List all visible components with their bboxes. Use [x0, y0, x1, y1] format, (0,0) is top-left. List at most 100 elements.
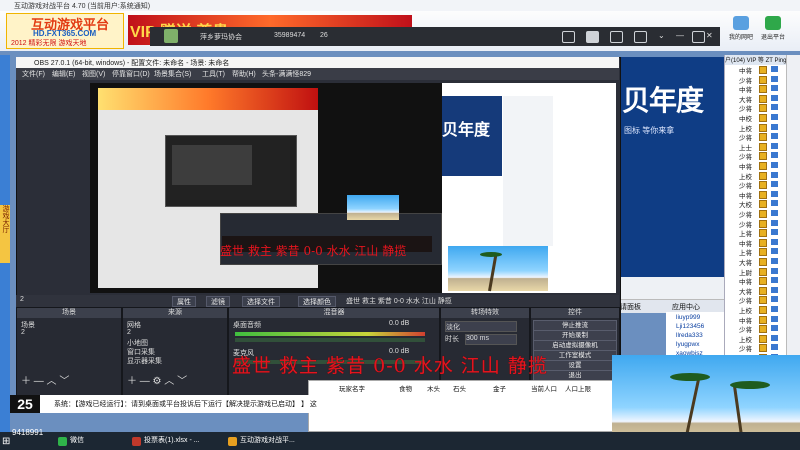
system-status-text: 系统：【游戏已经运行】：请到桌面或平台投诉后下运行【解决提示游戏已启动】 】 这 — [54, 401, 317, 408]
member-row[interactable]: 上校 — [725, 123, 787, 133]
taskbar-item-label: 微信 — [70, 437, 84, 444]
member-rank: 少将 — [739, 106, 752, 114]
member-rank: 上士 — [739, 144, 752, 152]
member-row[interactable]: 少将 — [725, 295, 787, 306]
member-row[interactable]: 少将 — [725, 343, 787, 353]
scene-item[interactable]: 2 — [21, 329, 25, 336]
member-row[interactable]: 上将 — [725, 247, 787, 257]
member-row[interactable]: 中将 — [725, 65, 787, 75]
member-row[interactable]: 大将 — [725, 257, 787, 267]
source-item[interactable]: 显示器采集 — [127, 356, 162, 366]
app-icon — [58, 437, 67, 446]
outer-ad-banner[interactable]: 贝年度 图标 等你来拿 — [620, 57, 724, 277]
member-row[interactable]: 少将 — [725, 209, 787, 219]
select-file-button[interactable]: 选择文件 — [242, 296, 280, 307]
ping-icon — [771, 238, 778, 245]
vip-badge-icon — [759, 190, 767, 199]
member-rank: 上校 — [739, 125, 752, 133]
member-rank: 中将 — [739, 240, 752, 248]
member-rank: 上将 — [739, 231, 752, 239]
filters-button[interactable]: 滤镜 — [206, 296, 230, 307]
exit-platform-button[interactable]: 退出平台 — [760, 16, 786, 44]
screen-icon[interactable] — [562, 31, 575, 43]
taskbar-item[interactable]: 微信 — [56, 434, 84, 448]
menu-tools[interactable]: 工具(T) — [202, 69, 225, 79]
taskbar-item[interactable]: 投票表(1).xlsx - ... — [130, 434, 200, 448]
select-color-button[interactable]: 选择颜色 — [298, 296, 336, 307]
ping-icon — [771, 296, 778, 303]
desktop-volume-slider[interactable] — [235, 338, 425, 342]
member-row[interactable]: 少将 — [725, 180, 787, 191]
member-row[interactable]: 少将 — [725, 219, 787, 229]
client-count: 26 — [320, 32, 328, 39]
member-row[interactable]: 少将 — [725, 324, 787, 334]
member-row[interactable]: 上校 — [725, 334, 787, 344]
app-center-link[interactable]: 应用中心 — [672, 302, 700, 312]
windows-start-icon[interactable]: ⊞ — [2, 436, 10, 447]
menu-edit[interactable]: 编辑(E) — [52, 69, 75, 79]
card-icon[interactable] — [634, 31, 647, 43]
member-row[interactable]: 上士 — [725, 142, 787, 152]
source-item[interactable]: 2 — [127, 329, 131, 336]
member-row[interactable]: 中将 — [725, 238, 787, 248]
sheet-header: 玩家名字 — [339, 386, 365, 393]
taskbar-item-label: 互动游戏对战平... — [240, 437, 295, 444]
member-row[interactable]: 中将 — [725, 276, 787, 286]
member-row[interactable]: 中将 — [725, 84, 787, 94]
member-row[interactable]: 少将 — [725, 132, 787, 142]
member-row[interactable]: 中将 — [725, 315, 787, 325]
taskbar: ⊞ 微信 投票表(1).xlsx - ... 互动游戏对战平... — [0, 432, 800, 450]
member-username[interactable]: Lji123456 — [676, 323, 704, 330]
house-icon — [733, 16, 749, 30]
vip-badge-icon — [759, 104, 767, 113]
ping-icon — [771, 123, 778, 130]
member-row[interactable]: 上校 — [725, 305, 787, 315]
member-row[interactable]: 上校 — [725, 171, 787, 181]
home-icon[interactable] — [586, 31, 599, 43]
member-row[interactable]: 中将 — [725, 161, 787, 171]
scene-add-remove-controls[interactable]: ＋ — ︿ ﹀ — [21, 372, 69, 387]
ping-icon — [771, 85, 778, 92]
member-row[interactable]: 中将 — [725, 190, 787, 200]
minimize-icon[interactable]: — — [676, 31, 687, 41]
close-icon[interactable]: ✕ — [706, 31, 717, 41]
game-hall-tab[interactable]: 游戏大厅 — [0, 205, 10, 263]
member-rank: 少将 — [739, 183, 752, 191]
member-rank: 上校 — [739, 308, 752, 315]
menu-scene-collection[interactable]: 场景集合(S) — [154, 69, 191, 79]
app-icon — [132, 437, 141, 446]
taskbar-item[interactable]: 互动游戏对战平... — [226, 434, 295, 448]
member-row[interactable]: 上尉 — [725, 267, 787, 277]
menu-docks[interactable]: 停靠窗口(D) — [112, 69, 150, 79]
menu-view[interactable]: 视图(V) — [82, 69, 105, 79]
member-row[interactable]: 大将 — [725, 286, 787, 296]
member-row[interactable]: 大将 — [725, 94, 787, 104]
transition-select[interactable]: 淡化 — [445, 321, 517, 332]
vip-badge-icon — [759, 94, 767, 103]
maximize-icon[interactable] — [692, 31, 705, 43]
menu-file[interactable]: 文件(F) — [22, 69, 45, 79]
source-add-remove-controls[interactable]: ＋ — ⚙ ︿ ﹀ — [127, 372, 187, 387]
member-row[interactable]: 中校 — [725, 113, 787, 123]
member-row[interactable]: 少将 — [725, 75, 787, 85]
vip-badge-icon — [759, 66, 767, 74]
properties-button[interactable]: 属性 — [172, 296, 196, 307]
preview-list — [503, 96, 553, 246]
member-username[interactable]: llreda333 — [676, 332, 703, 339]
chevron-down-icon[interactable]: ⌄ — [658, 31, 669, 41]
avatar[interactable] — [164, 29, 178, 43]
member-username[interactable]: lyugpwx — [676, 341, 699, 348]
member-username[interactable]: liuyp999 — [676, 314, 700, 321]
member-row[interactable]: 上将 — [725, 228, 787, 239]
duration-input[interactable]: 300 ms — [465, 334, 517, 345]
my-netbar-button[interactable]: 我的网吧 — [728, 16, 754, 44]
menu-help[interactable]: 帮助(H) — [232, 69, 256, 79]
member-row[interactable]: 少将 — [725, 151, 787, 161]
member-rank: 少将 — [739, 298, 752, 306]
menu-profile[interactable]: 头条-满满怪829 — [262, 69, 311, 79]
member-row[interactable]: 大校 — [725, 199, 787, 209]
stream-client-bar: 萍乡萝玛协会 35989474 26 ⌄ — ✕ — [150, 27, 720, 46]
vip-badge-icon — [759, 267, 767, 276]
member-row[interactable]: 少将 — [725, 103, 787, 114]
gamepad-icon[interactable] — [610, 31, 623, 43]
